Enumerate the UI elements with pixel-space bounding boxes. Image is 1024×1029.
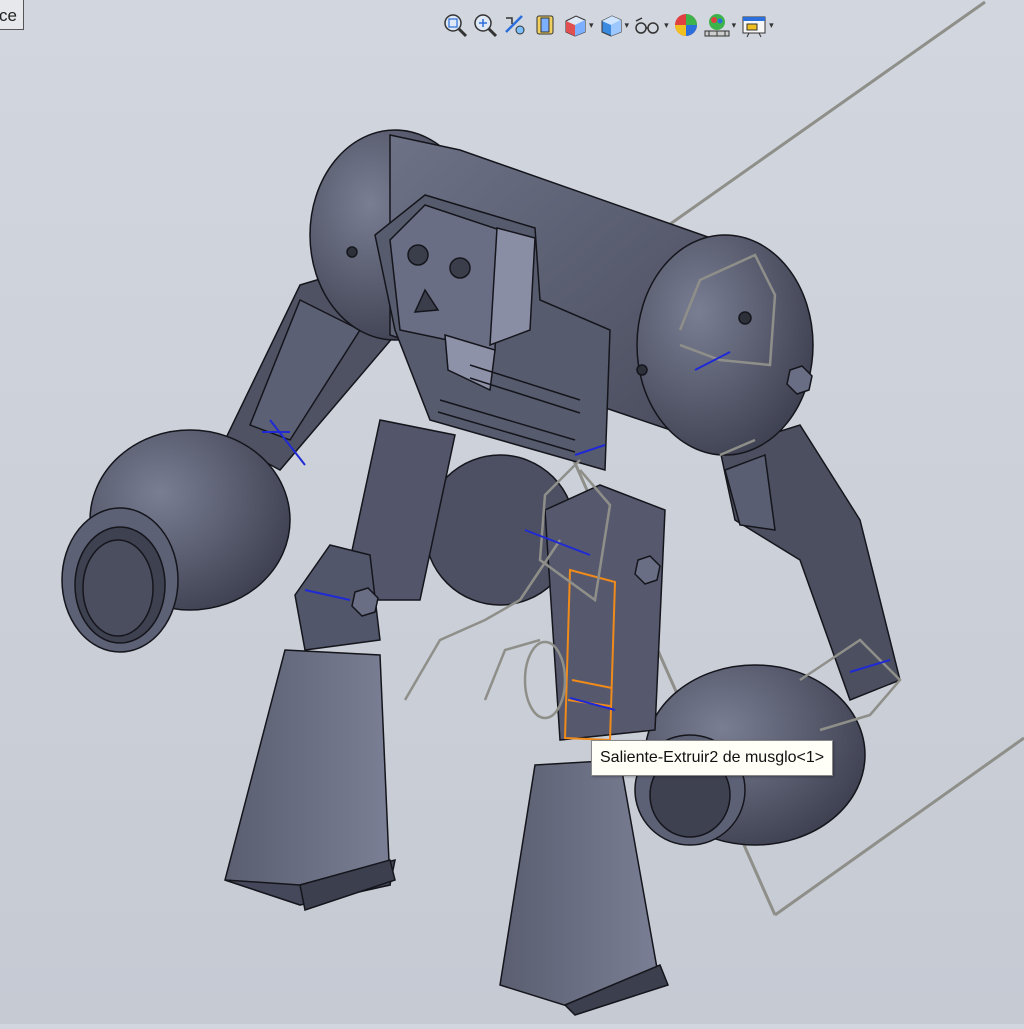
display-style-dropdown[interactable]: ▾ — [625, 20, 630, 31]
zoom-to-area-button[interactable] — [472, 10, 498, 40]
previous-view-button[interactable] — [502, 10, 528, 40]
zoom-to-area-icon — [474, 14, 498, 38]
hide-show-items-dropdown[interactable]: ▾ — [664, 20, 669, 31]
view-settings-button[interactable]: ▾ — [740, 10, 774, 40]
section-view-button[interactable] — [532, 10, 558, 40]
view-orientation-button[interactable]: ▾ — [562, 10, 594, 40]
hide-show-items-icon — [635, 17, 659, 34]
tooltip-text: Saliente-Extruir2 de musglo<1> — [600, 749, 825, 766]
edit-appearance-button[interactable] — [673, 10, 699, 40]
torso[interactable] — [309, 129, 814, 471]
zoom-to-fit-button[interactable] — [442, 10, 468, 40]
view-orientation-icon — [565, 15, 586, 37]
feature-manager-tab[interactable]: ce — [0, 0, 24, 30]
heads-up-view-toolbar: ▾ ▾ ▾ ▾ ▾ — [442, 8, 774, 42]
edit-appearance-icon — [674, 14, 697, 36]
previous-view-icon — [505, 15, 525, 35]
section-view-icon — [536, 15, 554, 35]
apply-scene-dropdown[interactable]: ▾ — [732, 20, 737, 31]
view-orientation-dropdown[interactable]: ▾ — [589, 20, 594, 31]
feature-tooltip: Saliente-Extruir2 de musglo<1> — [591, 740, 834, 776]
corner-tab-label: ce — [0, 6, 17, 25]
graphics-area[interactable] — [0, 0, 1024, 1024]
view-settings-dropdown[interactable]: ▾ — [769, 20, 774, 31]
display-style-icon — [601, 15, 622, 37]
apply-scene-icon — [704, 14, 730, 37]
display-style-button[interactable]: ▾ — [598, 10, 630, 40]
view-settings-icon — [742, 16, 766, 38]
hide-show-items-button[interactable]: ▾ — [633, 10, 669, 40]
apply-scene-button[interactable]: ▾ — [703, 10, 737, 40]
robot-model-view[interactable] — [0, 0, 1024, 1024]
right-arm[interactable] — [634, 424, 901, 846]
zoom-to-fit-icon — [444, 14, 468, 38]
